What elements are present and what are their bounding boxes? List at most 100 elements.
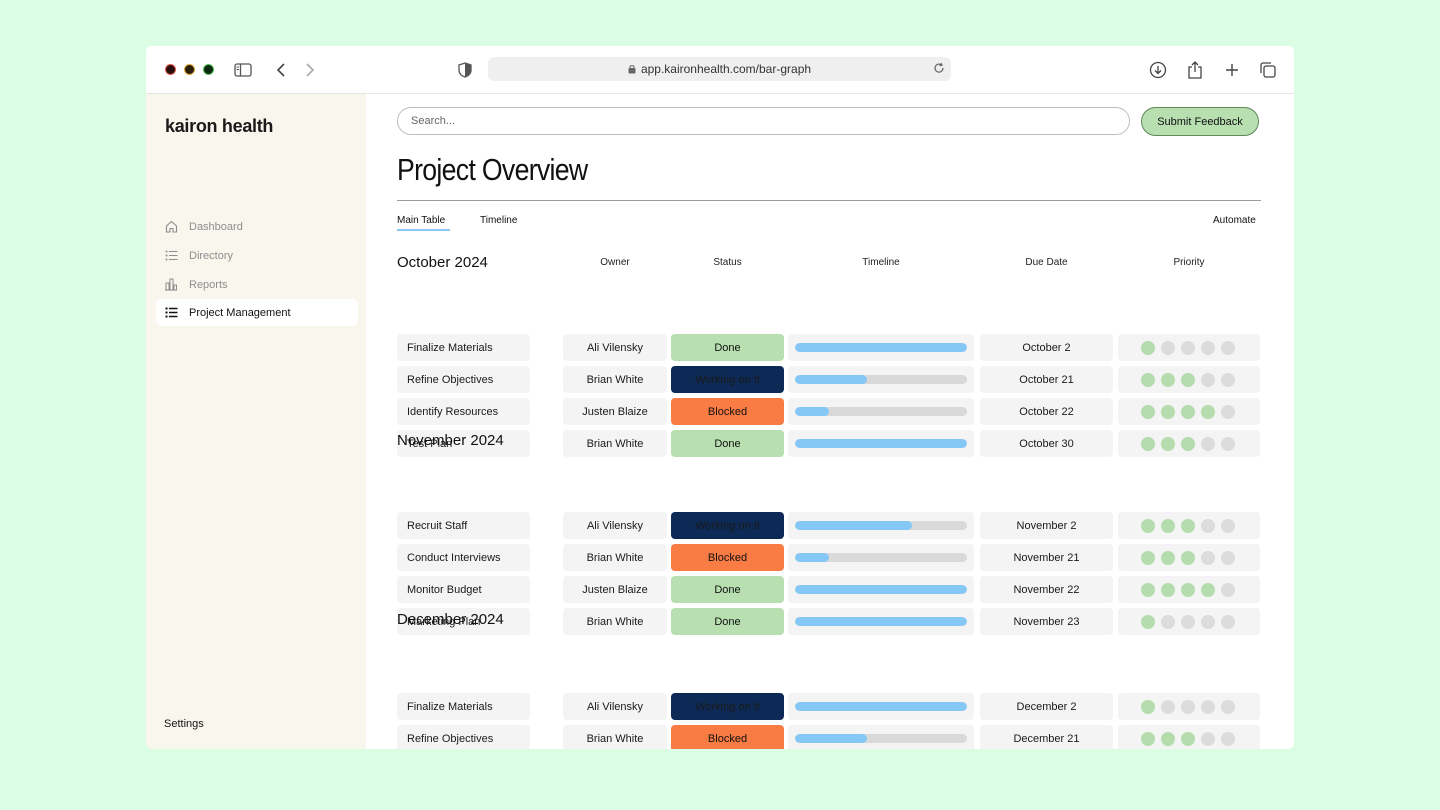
sidebar-item-directory[interactable]: Directory <box>156 242 358 269</box>
search-input[interactable] <box>397 107 1130 135</box>
status-badge[interactable]: Blocked <box>671 544 784 571</box>
priority-dot <box>1201 550 1215 565</box>
priority-cell[interactable] <box>1118 725 1260 749</box>
owner-cell[interactable]: Ali Vilensky <box>563 334 667 361</box>
task-name-cell[interactable]: Conduct Interviews <box>397 544 530 571</box>
status-badge[interactable]: Done <box>671 576 784 603</box>
due-date-cell[interactable]: October 30 <box>980 430 1113 457</box>
priority-cell[interactable] <box>1118 544 1260 571</box>
timeline-cell[interactable] <box>788 334 974 361</box>
task-name-cell[interactable]: Monitor Budget <box>397 576 530 603</box>
download-icon[interactable] <box>1147 59 1169 81</box>
status-badge[interactable]: Working on It <box>671 693 784 720</box>
priority-rating <box>1141 614 1235 629</box>
timeline-cell[interactable] <box>788 544 974 571</box>
status-badge[interactable]: Done <box>671 334 784 361</box>
progress-track <box>795 407 967 416</box>
priority-cell[interactable] <box>1118 334 1260 361</box>
status-badge[interactable]: Blocked <box>671 725 784 749</box>
timeline-cell[interactable] <box>788 398 974 425</box>
priority-dot <box>1221 436 1235 451</box>
status-badge[interactable]: Done <box>671 608 784 635</box>
maximize-window-button[interactable] <box>203 64 214 75</box>
tab-timeline[interactable]: Timeline <box>480 215 517 226</box>
owner-cell[interactable]: Brian White <box>563 366 667 393</box>
due-date-cell[interactable]: December 21 <box>980 725 1113 749</box>
timeline-cell[interactable] <box>788 512 974 539</box>
task-name-cell[interactable]: Refine Objectives <box>397 366 530 393</box>
due-date-cell[interactable]: December 2 <box>980 693 1113 720</box>
sidebar-item-dashboard[interactable]: Dashboard <box>156 213 358 240</box>
back-icon[interactable] <box>270 59 292 81</box>
reload-icon[interactable] <box>933 62 945 77</box>
priority-cell[interactable] <box>1118 398 1260 425</box>
due-date-cell[interactable]: November 22 <box>980 576 1113 603</box>
status-badge[interactable]: Working on It <box>671 512 784 539</box>
forward-icon[interactable] <box>299 59 321 81</box>
priority-dot <box>1141 699 1155 714</box>
new-tab-icon[interactable] <box>1221 59 1243 81</box>
task-name-cell[interactable]: Recruit Staff <box>397 512 530 539</box>
owner-cell[interactable]: Brian White <box>563 544 667 571</box>
due-date-cell[interactable]: November 23 <box>980 608 1113 635</box>
progress-fill <box>795 407 830 416</box>
browser-toolbar: app.kaironhealth.com/bar-graph <box>146 46 1294 94</box>
timeline-cell[interactable] <box>788 366 974 393</box>
owner-cell[interactable]: Brian White <box>563 608 667 635</box>
due-date-cell[interactable]: November 21 <box>980 544 1113 571</box>
owner-cell[interactable]: Justen Blaize <box>563 398 667 425</box>
progress-track <box>795 553 967 562</box>
submit-feedback-button[interactable]: Submit Feedback <box>1141 107 1259 136</box>
settings-link[interactable]: Settings <box>164 718 204 730</box>
priority-dot <box>1141 731 1155 746</box>
owner-cell[interactable]: Justen Blaize <box>563 576 667 603</box>
timeline-cell[interactable] <box>788 576 974 603</box>
priority-cell[interactable] <box>1118 430 1260 457</box>
timeline-cell[interactable] <box>788 693 974 720</box>
tabs-overview-icon[interactable] <box>1257 59 1279 81</box>
automate-button[interactable]: Automate <box>1213 215 1256 226</box>
progress-fill <box>795 521 912 530</box>
due-date-cell[interactable]: November 2 <box>980 512 1113 539</box>
due-date-cell[interactable]: October 21 <box>980 366 1113 393</box>
shield-icon[interactable] <box>454 59 476 81</box>
due-date-cell[interactable]: October 22 <box>980 398 1113 425</box>
browser-window: app.kaironhealth.com/bar-graph kairon he… <box>146 46 1294 749</box>
status-badge[interactable]: Blocked <box>671 398 784 425</box>
priority-dot <box>1201 340 1215 355</box>
owner-cell[interactable]: Ali Vilensky <box>563 512 667 539</box>
share-icon[interactable] <box>1184 59 1206 81</box>
task-name-cell[interactable]: Refine Objectives <box>397 725 530 749</box>
due-date-cell[interactable]: October 2 <box>980 334 1113 361</box>
timeline-cell[interactable] <box>788 608 974 635</box>
task-name-cell[interactable]: Finalize Materials <box>397 334 530 361</box>
status-badge[interactable]: Working on It <box>671 366 784 393</box>
tab-main-table[interactable]: Main Table <box>397 215 445 226</box>
minimize-window-button[interactable] <box>184 64 195 75</box>
address-bar[interactable]: app.kaironhealth.com/bar-graph <box>488 57 951 81</box>
priority-cell[interactable] <box>1118 693 1260 720</box>
close-window-button[interactable] <box>165 64 176 75</box>
priority-dot <box>1201 436 1215 451</box>
timeline-cell[interactable] <box>788 430 974 457</box>
priority-cell[interactable] <box>1118 512 1260 539</box>
owner-cell[interactable]: Brian White <box>563 725 667 749</box>
progress-fill <box>795 375 868 384</box>
priority-dot <box>1181 372 1195 387</box>
owner-cell[interactable]: Ali Vilensky <box>563 693 667 720</box>
task-name-cell[interactable]: Identify Resources <box>397 398 530 425</box>
priority-rating <box>1141 731 1235 746</box>
timeline-cell[interactable] <box>788 725 974 749</box>
priority-cell[interactable] <box>1118 576 1260 603</box>
sidebar-item-project-management[interactable]: Project Management <box>156 299 358 326</box>
progress-fill <box>795 702 967 711</box>
brand-logo: kairon health <box>165 116 274 136</box>
sidebar-toggle-icon[interactable] <box>232 59 254 81</box>
status-badge[interactable]: Done <box>671 430 784 457</box>
priority-cell[interactable] <box>1118 608 1260 635</box>
priority-dot <box>1141 404 1155 419</box>
task-name-cell[interactable]: Finalize Materials <box>397 693 530 720</box>
owner-cell[interactable]: Brian White <box>563 430 667 457</box>
sidebar-item-reports[interactable]: Reports <box>156 271 358 298</box>
priority-cell[interactable] <box>1118 366 1260 393</box>
